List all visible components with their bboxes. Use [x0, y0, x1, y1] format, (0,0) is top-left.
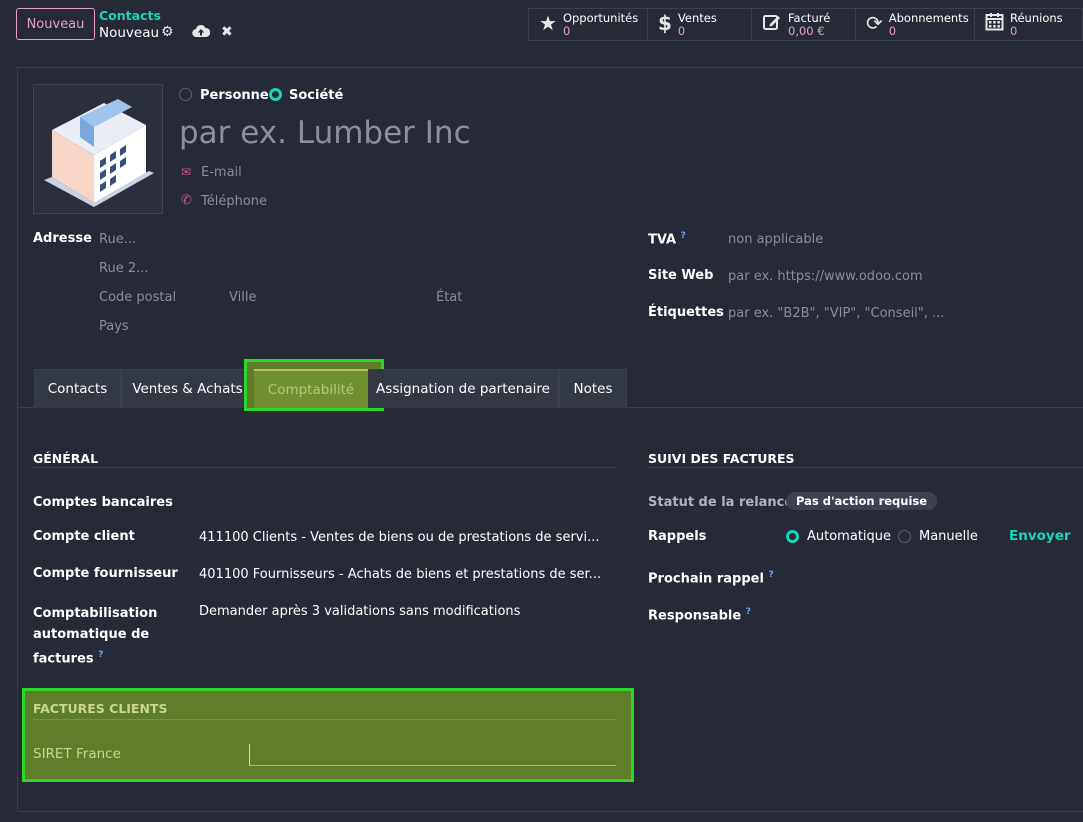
help-icon[interactable]: ?: [746, 607, 751, 617]
breadcrumb-contacts[interactable]: Contacts: [99, 8, 161, 23]
type-label-company: Société: [289, 88, 344, 103]
breadcrumb-current: Nouveau: [99, 25, 160, 41]
auto-post-label: Comptabilisation automatique de factures…: [33, 606, 158, 667]
website-label: Site Web: [648, 268, 714, 283]
followup-section-title: SUIVI DES FACTURES: [648, 451, 795, 466]
type-radio-company[interactable]: [269, 88, 282, 101]
receivable-input[interactable]: 411100 Clients - Ventes de biens ou de p…: [199, 530, 600, 545]
smart-button-subscriptions[interactable]: ⟳ Abonnements 0: [856, 9, 975, 40]
bank-accounts-label: Comptes bancaires: [33, 495, 173, 510]
smart-buttons: ★ Opportunités 0 $ Ventes 0 Facturé 0,00 € …: [528, 8, 1083, 41]
tags-label: Étiquettes: [648, 305, 724, 320]
phone-input[interactable]: Téléphone: [201, 194, 267, 209]
reminder-manual-label: Manuelle: [919, 529, 978, 544]
country-input[interactable]: Pays: [99, 319, 129, 334]
invoice-edit-icon: [762, 12, 782, 36]
siret-label: SIRET France: [33, 746, 121, 762]
reminder-auto-label: Automatique: [807, 529, 892, 544]
help-icon[interactable]: ?: [98, 650, 103, 660]
smart-button-sales[interactable]: $ Ventes 0: [648, 9, 752, 40]
phone-icon: ✆: [181, 193, 192, 208]
gear-icon[interactable]: ⚙: [161, 24, 174, 40]
customer-invoices-title: FACTURES CLIENTS: [33, 701, 168, 716]
envelope-icon: ✉: [181, 165, 192, 179]
payable-input[interactable]: 401100 Fournisseurs - Achats de biens et…: [199, 567, 601, 582]
company-name-input[interactable]: par ex. Lumber Inc: [179, 115, 471, 151]
reminder-radio-manual[interactable]: [898, 530, 911, 543]
payable-label: Compte fournisseur: [33, 566, 178, 581]
email-input[interactable]: E-mail: [201, 165, 242, 180]
city-input[interactable]: Ville: [229, 290, 256, 305]
help-icon[interactable]: ?: [681, 231, 686, 241]
vat-label: TVA ?: [648, 231, 686, 248]
general-separator: [33, 467, 616, 468]
siret-input[interactable]: [249, 744, 616, 766]
customer-invoices-separator: [33, 719, 616, 720]
zip-input[interactable]: Code postal: [99, 290, 176, 305]
state-input[interactable]: État: [436, 290, 462, 305]
new-button[interactable]: Nouveau: [16, 8, 95, 40]
help-icon[interactable]: ?: [768, 570, 773, 580]
address-label: Adresse: [33, 231, 92, 246]
responsible-label: Responsable ?: [648, 607, 751, 624]
dollar-icon: $: [658, 11, 672, 35]
followup-status-badge: Pas d'action requise: [786, 492, 938, 510]
tab-partner-assignment[interactable]: Assignation de partenaire: [368, 369, 559, 408]
auto-post-select[interactable]: Demander après 3 validations sans modifi…: [199, 604, 520, 619]
tab-notes[interactable]: Notes: [559, 369, 627, 408]
next-reminder-label: Prochain rappel ?: [648, 570, 774, 587]
street2-input[interactable]: Rue 2...: [99, 261, 149, 276]
receivable-label: Compte client: [33, 529, 135, 544]
building-icon: [44, 99, 154, 207]
type-radio-person[interactable]: [179, 88, 192, 101]
street-input[interactable]: Rue...: [99, 232, 136, 247]
followup-status-label: Statut de la relance: [648, 495, 794, 510]
reminder-radio-auto[interactable]: [786, 530, 799, 543]
tab-contacts[interactable]: Contacts: [34, 369, 121, 408]
star-icon: ★: [539, 11, 557, 35]
vat-input[interactable]: non applicable: [728, 232, 823, 247]
send-button[interactable]: Envoyer: [1009, 528, 1071, 544]
calendar-icon: [985, 12, 1004, 35]
smart-button-meetings[interactable]: Réunions 0: [975, 9, 1082, 40]
tab-sales-purchases[interactable]: Ventes & Achats: [121, 369, 254, 408]
tags-input[interactable]: par ex. "B2B", "VIP", "Conseil", ...: [728, 306, 944, 321]
smart-button-opportunities[interactable]: ★ Opportunités 0: [529, 9, 648, 40]
type-label-person: Personne: [200, 88, 269, 103]
discard-icon[interactable]: ✖: [221, 24, 233, 40]
cloud-upload-icon[interactable]: [192, 24, 211, 42]
followup-separator: [648, 467, 1083, 468]
website-input[interactable]: par ex. https://www.odoo.com: [728, 269, 923, 284]
smart-button-invoiced[interactable]: Facturé 0,00 €: [752, 9, 856, 40]
general-section-title: GÉNÉRAL: [33, 451, 99, 466]
tab-accounting[interactable]: Comptabilité: [254, 369, 368, 408]
refresh-icon: ⟳: [866, 11, 883, 35]
reminders-label: Rappels: [648, 529, 707, 544]
company-avatar[interactable]: [33, 84, 163, 214]
